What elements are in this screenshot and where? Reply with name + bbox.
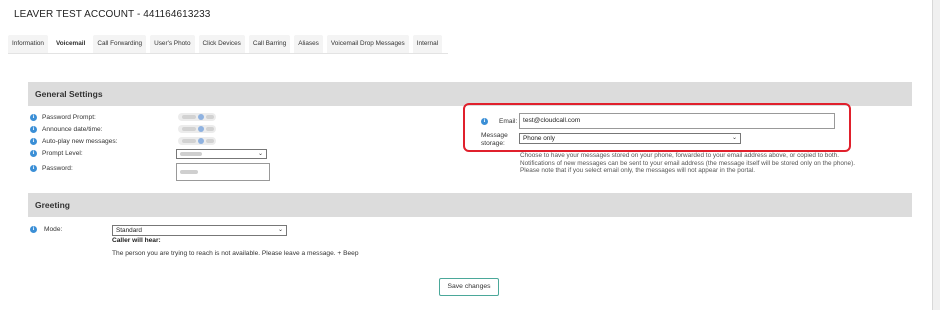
announce-label: Announce date/time:	[42, 125, 103, 133]
info-icon[interactable]: i	[30, 164, 37, 172]
info-icon[interactable]: i	[30, 149, 37, 157]
prompt-level-select[interactable]: ⌄	[176, 149, 267, 159]
info-icon[interactable]: i	[30, 137, 37, 145]
password-prompt-label: Password Prompt:	[42, 113, 96, 121]
tab-bar: Information Voicemail Call Forwarding Us…	[8, 35, 443, 53]
password-row: i Password:	[30, 163, 73, 173]
tab-voicemail[interactable]: Voicemail	[51, 35, 90, 53]
mode-row: i Mode:	[30, 224, 62, 234]
announce-row: i Announce date/time:	[30, 124, 102, 134]
main-panel: LEAVER TEST ACCOUNT - 441164613233 Infor…	[0, 0, 933, 310]
password-field[interactable]	[176, 163, 270, 181]
highlight-box	[463, 103, 851, 152]
prompt-level-row: i Prompt Level:	[30, 148, 83, 158]
mode-label: Mode:	[44, 225, 63, 233]
tab-click-devices[interactable]: Click Devices	[198, 35, 245, 53]
tab-internal[interactable]: Internal	[412, 35, 443, 53]
password-label: Password:	[42, 164, 73, 172]
greeting-message-text: The person you are trying to reach is no…	[112, 250, 359, 257]
tab-information[interactable]: Information	[8, 35, 48, 53]
tab-call-barring[interactable]: Call Barring	[248, 35, 291, 53]
right-scroll-strip[interactable]	[933, 0, 940, 310]
info-icon[interactable]: i	[30, 113, 37, 121]
autoplay-toggle[interactable]	[178, 137, 216, 145]
greeting-header: Greeting	[28, 193, 912, 217]
prompt-level-label: Prompt Level:	[42, 149, 83, 157]
autoplay-row: i Auto-play new messages:	[30, 136, 118, 146]
info-icon[interactable]: i	[30, 225, 37, 233]
save-changes-button[interactable]: Save changes	[439, 278, 499, 296]
greeting-mode-select[interactable]: Standard ⌄	[112, 225, 287, 236]
chevron-down-icon: ⌄	[277, 227, 283, 233]
tab-aliases[interactable]: Aliases	[294, 35, 323, 53]
greeting-mode-value: Standard	[116, 227, 142, 234]
tab-users-photo[interactable]: User's Photo	[150, 35, 195, 53]
tab-call-forwarding[interactable]: Call Forwarding	[93, 35, 147, 53]
info-icon[interactable]: i	[30, 125, 37, 133]
page-title: LEAVER TEST ACCOUNT - 441164613233	[14, 9, 211, 20]
tab-divider	[8, 53, 448, 54]
tab-voicemail-drop-messages[interactable]: Voicemail Drop Messages	[326, 35, 409, 53]
password-prompt-row: i Password Prompt:	[30, 112, 96, 122]
password-prompt-toggle[interactable]	[178, 113, 216, 121]
storage-help-text: Choose to have your messages stored on y…	[520, 152, 855, 175]
caller-will-hear-label: Caller will hear:	[112, 237, 161, 244]
chevron-down-icon: ⌄	[257, 151, 263, 157]
autoplay-label: Auto-play new messages:	[42, 137, 118, 145]
announce-toggle[interactable]	[178, 125, 216, 133]
